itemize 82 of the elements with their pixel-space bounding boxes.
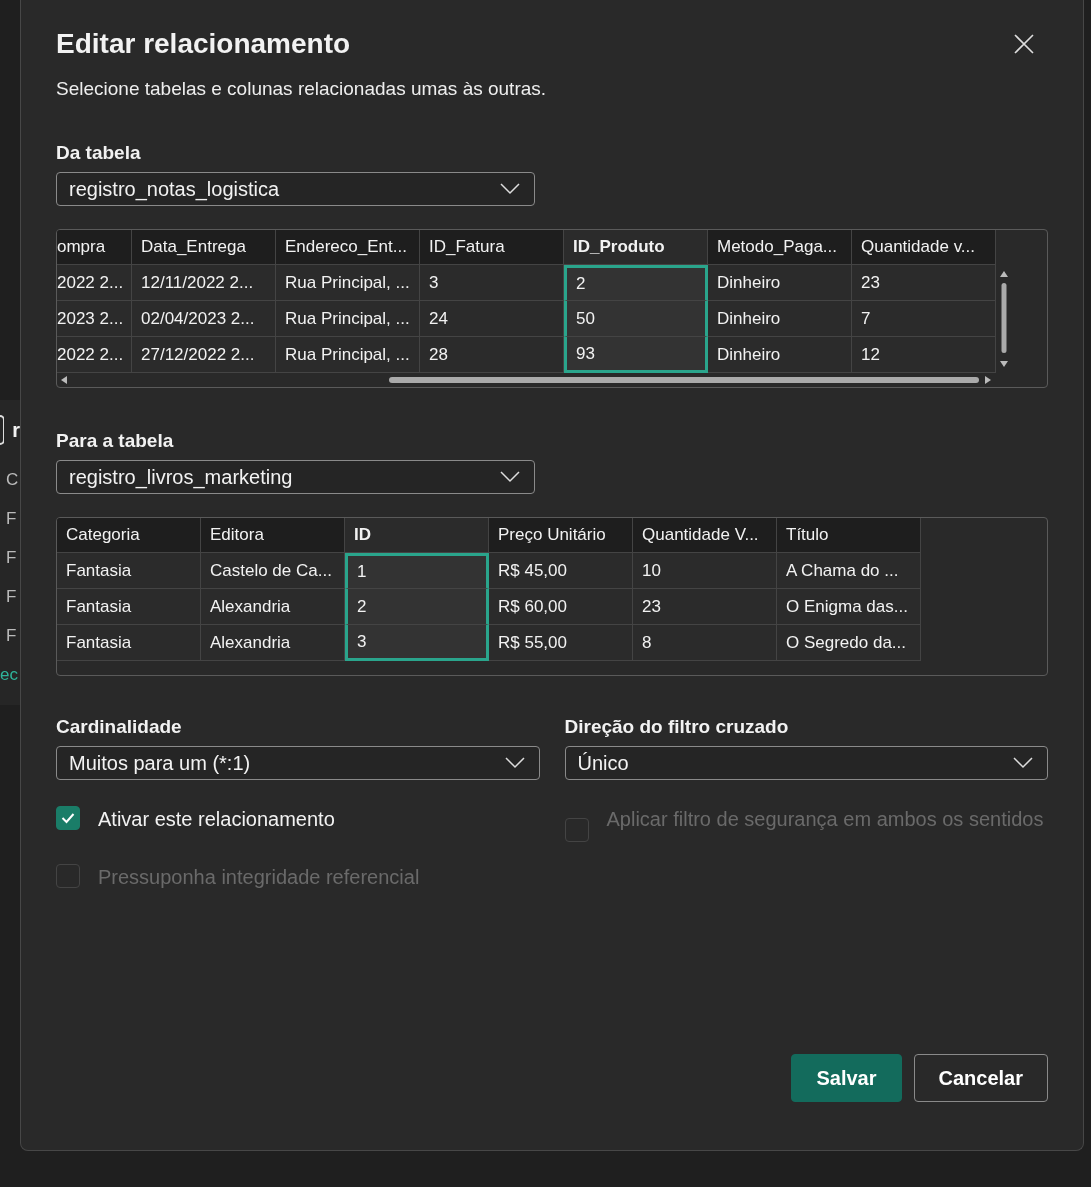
table-cell: Fantasia <box>57 625 201 661</box>
column-header[interactable]: Editora <box>201 518 345 553</box>
table-cell: 12 <box>852 337 996 373</box>
cancel-button[interactable]: Cancelar <box>913 1054 1048 1102</box>
table-cell: 2023 2... <box>57 301 132 337</box>
checkbox-label: Pressuponha integridade referencial <box>98 865 420 890</box>
panel-item: F <box>5 508 18 530</box>
table-cell: 23 <box>633 589 777 625</box>
column-header[interactable]: ID_Produto <box>564 230 708 265</box>
table-dropdown[interactable]: registro_livros_marketing <box>56 460 535 494</box>
table-cell: 23 <box>852 265 996 301</box>
column-header[interactable]: Quantidade v... <box>852 230 996 265</box>
table-cell: R$ 55,00 <box>489 625 633 661</box>
table-cell: R$ 45,00 <box>489 553 633 589</box>
panel-heading: r <box>12 418 20 442</box>
column-header[interactable]: Título <box>777 518 921 553</box>
chevron-down-icon <box>500 471 520 483</box>
panel-item: ec <box>0 664 19 686</box>
panel-item: C <box>5 469 20 491</box>
table-cell: 2 <box>345 589 489 625</box>
column-header[interactable]: Quantidade V... <box>633 518 777 553</box>
table-cell: A Chama do ... <box>777 553 921 589</box>
checkbox[interactable] <box>56 806 80 830</box>
table-cell: 3 <box>420 265 564 301</box>
table-cell: 10 <box>633 553 777 589</box>
table-cell: 93 <box>564 337 708 373</box>
table-cell: Alexandria <box>201 589 345 625</box>
table-cell: O Segredo da... <box>777 625 921 661</box>
table-cell: Castelo de Ca... <box>201 553 345 589</box>
column-header[interactable]: Endereco_Ent... <box>276 230 420 265</box>
table-cell: 2 <box>564 265 708 301</box>
box-icon <box>0 415 5 445</box>
panel-item: F <box>5 586 18 608</box>
chevron-down-icon <box>1013 757 1033 769</box>
table-cell: 2022 2... <box>57 265 132 301</box>
table-cell: 7 <box>852 301 996 337</box>
panel-item: F <box>5 547 18 569</box>
checkbox-label: Ativar este relacionamento <box>98 807 335 832</box>
table-cell: 3 <box>345 625 489 661</box>
column-header[interactable]: ID <box>345 518 489 553</box>
cardinality-dropdown[interactable]: Muitos para um (*:1) <box>56 746 540 780</box>
table-cell: O Enigma das... <box>777 589 921 625</box>
table-cell: R$ 60,00 <box>489 589 633 625</box>
table-cell: Fantasia <box>57 589 201 625</box>
column-header[interactable]: Metodo_Paga... <box>708 230 852 265</box>
dialog-title: Editar relacionamento <box>56 28 351 60</box>
table-cell: Rua Principal, ... <box>276 337 420 373</box>
cross-filter-dropdown[interactable]: Único <box>564 746 1048 780</box>
column-header[interactable]: ompra <box>57 230 132 265</box>
table-cell: Dinheiro <box>708 337 852 373</box>
table-cell: 28 <box>420 337 564 373</box>
table-cell: Dinheiro <box>708 301 852 337</box>
checkbox-label: Aplicar filtro de segurança em ambos os sentidos <box>606 807 1044 832</box>
chevron-down-icon <box>504 757 525 769</box>
table-cell: 02/04/2023 2... <box>132 301 276 337</box>
column-header[interactable]: Preço Unitário <box>489 518 633 553</box>
section-label: Cardinalidade <box>56 716 183 738</box>
section-label: Direção do filtro cruzado <box>564 716 790 738</box>
table-cell: 12/11/2022 2... <box>132 265 276 301</box>
panel-item: F <box>5 625 18 647</box>
table-cell: 8 <box>633 625 777 661</box>
column-header[interactable]: Data_Entrega <box>132 230 276 265</box>
table-cell: 2022 2... <box>57 337 132 373</box>
table-cell: Dinheiro <box>708 265 852 301</box>
table-cell: Alexandria <box>201 625 345 661</box>
table-cell: Rua Principal, ... <box>276 301 420 337</box>
save-button[interactable]: Salvar <box>791 1054 902 1102</box>
table-cell: 24 <box>420 301 564 337</box>
dialog-subtitle: Selecione tabelas e colunas relacionadas umas às outras. <box>56 78 548 100</box>
table-cell: 50 <box>564 301 708 337</box>
table-dropdown[interactable]: registro_notas_logistica <box>56 172 535 206</box>
check-icon <box>61 812 75 824</box>
table-cell: 1 <box>345 553 489 589</box>
table-cell: Fantasia <box>57 553 201 589</box>
table-cell: Rua Principal, ... <box>276 265 420 301</box>
section-label: Para a tabela <box>56 430 175 452</box>
close-icon[interactable] <box>1013 33 1035 55</box>
column-header[interactable]: ID_Fatura <box>420 230 564 265</box>
table-cell: 27/12/2022 2... <box>132 337 276 373</box>
chevron-down-icon <box>500 183 520 195</box>
column-header[interactable]: Categoria <box>57 518 201 553</box>
section-label: Da tabela <box>56 142 142 164</box>
